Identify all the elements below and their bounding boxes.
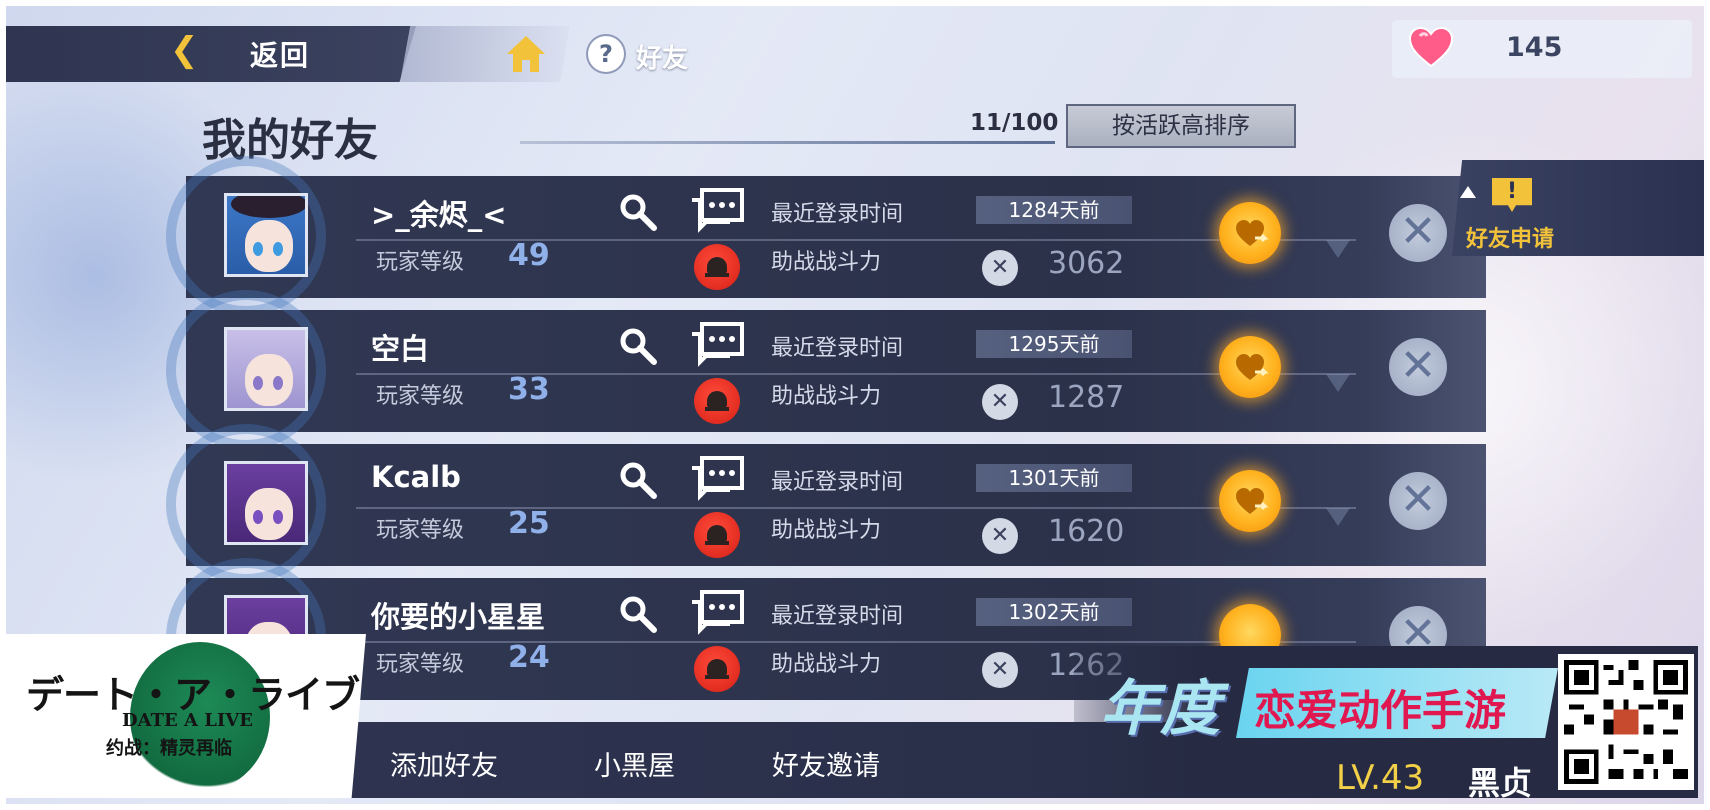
last-login-value: 1295天前: [976, 330, 1132, 358]
friend-count: 11/100: [970, 110, 1059, 136]
invite-friend-button[interactable]: 好友邀请: [772, 744, 880, 783]
avatar-eye: [253, 242, 263, 256]
last-login-value: 1284天前: [976, 196, 1132, 224]
friend-requests-label[interactable]: 好友申请: [1466, 221, 1554, 253]
send-heart-icon[interactable]: [1219, 336, 1281, 398]
avatar-eye: [253, 376, 263, 390]
send-heart-icon[interactable]: [1219, 470, 1281, 532]
last-login-label: 最近登录时间: [771, 202, 904, 227]
blacklist-button[interactable]: 小黑屋: [594, 744, 675, 783]
level-label: 玩家等级: [376, 518, 465, 543]
avatar[interactable]: [224, 327, 308, 411]
avatar-face: [245, 488, 293, 540]
avatar-eye: [273, 376, 283, 390]
chat-icon[interactable]: [690, 456, 744, 502]
level-value: 25: [508, 506, 550, 541]
block-icon[interactable]: [694, 378, 740, 424]
block-icon[interactable]: [694, 512, 740, 558]
search-icon[interactable]: [618, 594, 658, 634]
support-power-label: 助战战斗力: [771, 518, 882, 543]
level-value: 33: [508, 372, 550, 407]
crossed-swords-icon: ✕: [982, 652, 1018, 688]
block-icon[interactable]: [694, 244, 740, 290]
support-power-label: 助战战斗力: [771, 250, 882, 275]
help-icon[interactable]: ?: [588, 36, 624, 72]
promo-year: 年度: [1100, 674, 1220, 744]
avatar-eye: [253, 510, 263, 524]
logo-title-en: DATE A LIVE: [122, 710, 253, 731]
currency-value: 145: [1506, 32, 1563, 63]
support-power-label: 助战战斗力: [771, 384, 882, 409]
last-login-label: 最近登录时间: [771, 336, 904, 361]
send-heart-icon[interactable]: [1219, 202, 1281, 264]
back-button-label[interactable]: 返回: [250, 34, 310, 74]
avatar-face: [245, 220, 293, 272]
last-login-label: 最近登录时间: [771, 470, 904, 495]
row-decoration: [1326, 240, 1350, 258]
friend-row: Kcalb 玩家等级 25 最近登录时间 1301天前 助战战斗力 ✕ 1620…: [166, 424, 1486, 584]
logo-title-cn: 约战：精灵再临: [106, 738, 232, 759]
remove-friend-icon[interactable]: ✕: [1389, 204, 1447, 262]
support-power-value: 1620: [1048, 514, 1125, 549]
friend-name: Kcalb: [371, 460, 461, 494]
support-power-label: 助战战斗力: [771, 652, 882, 677]
search-icon[interactable]: [618, 460, 658, 500]
avatar-face: [245, 354, 293, 406]
last-login-label: 最近登录时间: [771, 604, 904, 629]
add-friend-button[interactable]: 添加好友: [390, 744, 498, 783]
qr-code-icon: [1564, 660, 1688, 784]
avatar-eye: [273, 510, 283, 524]
avatar[interactable]: [224, 193, 308, 277]
chat-icon[interactable]: [690, 188, 744, 234]
search-icon[interactable]: [618, 192, 658, 232]
title-underline: [520, 141, 1055, 144]
page-name: 好友: [636, 44, 689, 74]
promo-text: 恋爱动作手游: [1254, 686, 1507, 735]
support-power-value: 3062: [1048, 246, 1125, 281]
friend-name: >_余烬_<: [371, 198, 507, 232]
search-icon[interactable]: [618, 326, 658, 366]
crossed-swords-icon: ✕: [982, 250, 1018, 286]
row-divider: [356, 373, 1356, 375]
back-arrow-icon[interactable]: ❮: [170, 30, 199, 70]
home-icon[interactable]: [505, 34, 547, 74]
crossed-swords-icon: ✕: [982, 518, 1018, 554]
level-label: 玩家等级: [376, 250, 465, 275]
row-divider: [356, 641, 1356, 643]
block-icon[interactable]: [694, 646, 740, 692]
level-label: 玩家等级: [376, 384, 465, 409]
player-name: 黑贞: [1468, 764, 1533, 802]
chat-icon[interactable]: [690, 322, 744, 368]
level-label: 玩家等级: [376, 652, 465, 677]
level-value: 24: [508, 640, 550, 675]
friend-row: 空白 玩家等级 33 最近登录时间 1295天前 助战战斗力 ✕ 1287 ✕: [166, 290, 1486, 450]
avatar[interactable]: [224, 461, 308, 545]
crossed-swords-icon: ✕: [982, 384, 1018, 420]
player-level: LV.43: [1336, 758, 1425, 798]
row-divider: [356, 507, 1356, 509]
support-power-value: 1287: [1048, 380, 1125, 415]
last-login-value: 1302天前: [976, 598, 1132, 626]
request-arrow-icon: [1460, 186, 1476, 198]
heart-icon: [1408, 26, 1454, 68]
last-login-value: 1301天前: [976, 464, 1132, 492]
avatar-eye: [273, 242, 283, 256]
friend-name: 空白: [371, 332, 430, 366]
remove-friend-icon[interactable]: ✕: [1389, 472, 1447, 530]
chat-icon[interactable]: [690, 590, 744, 636]
friend-name: 你要的小星星: [371, 600, 546, 634]
remove-friend-icon[interactable]: ✕: [1389, 338, 1447, 396]
friend-row: >_余烬_< 玩家等级 49 最近登录时间 1284天前 助战战斗力 ✕ 306…: [166, 156, 1486, 316]
sort-button[interactable]: 按活跃高排序: [1066, 104, 1296, 148]
avatar-hat: [231, 196, 305, 218]
row-decoration: [1326, 508, 1350, 526]
row-divider: [356, 239, 1356, 241]
qr-code: [1558, 654, 1694, 790]
level-value: 49: [508, 238, 550, 273]
back-bar[interactable]: [6, 26, 416, 82]
row-decoration: [1326, 374, 1350, 392]
